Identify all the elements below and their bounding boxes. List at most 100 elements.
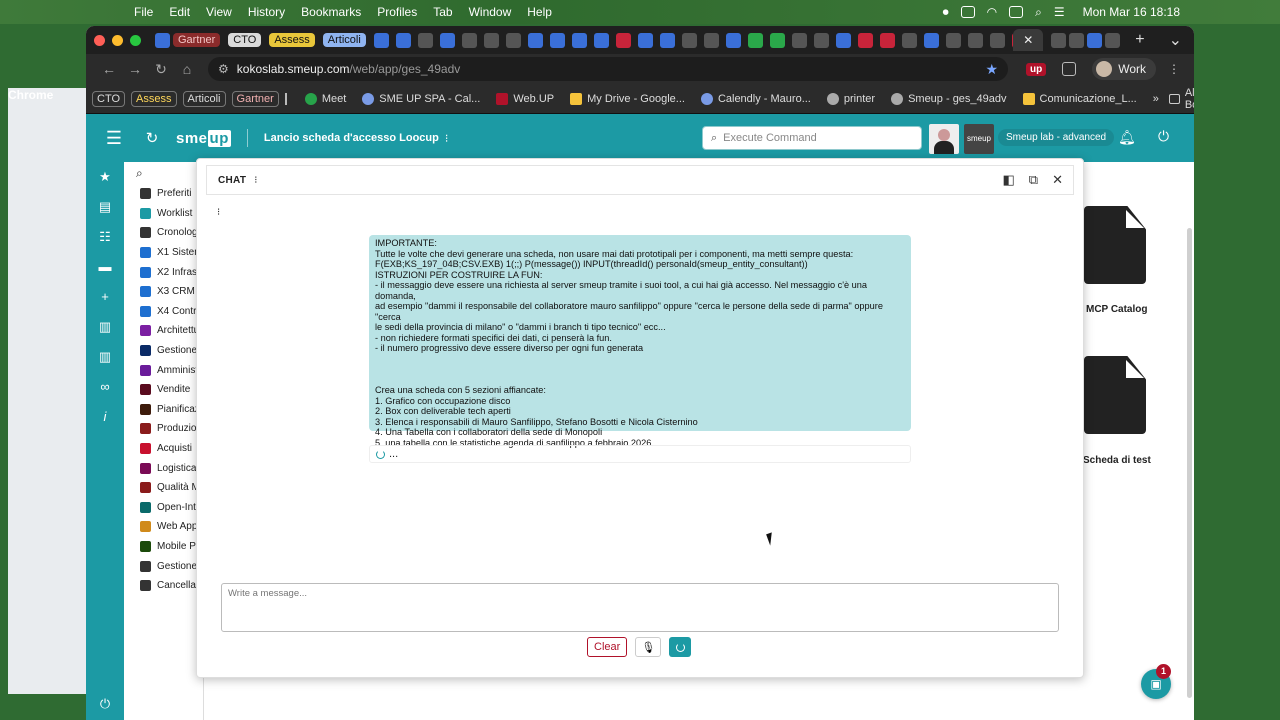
- tab-group-cto[interactable]: CTO: [228, 33, 262, 47]
- control-center-icon[interactable]: ☰: [1054, 5, 1065, 19]
- os-menu-item[interactable]: History: [248, 5, 285, 19]
- back-icon[interactable]: ←: [96, 61, 122, 77]
- reload-icon[interactable]: ↻: [148, 61, 174, 78]
- tab-linkedin-icon[interactable]: [659, 32, 675, 48]
- menu-item[interactable]: Worklist: [124, 204, 203, 224]
- all-bookmarks-button[interactable]: All Bookmarks: [1168, 87, 1194, 111]
- tab-medium-icon[interactable]: [461, 32, 477, 48]
- printer-icon[interactable]: ▤: [86, 192, 124, 222]
- profile-button[interactable]: Work: [1092, 58, 1156, 80]
- search-icon[interactable]: ⌕: [1035, 5, 1042, 20]
- tab-page-icon[interactable]: [681, 32, 697, 48]
- site-settings-icon[interactable]: ⚙: [218, 62, 229, 76]
- smeup-extension-icon[interactable]: up: [1026, 62, 1047, 76]
- scheda-test-doc-icon[interactable]: [1080, 356, 1146, 436]
- dock-panel-icon[interactable]: ◧: [1003, 172, 1015, 188]
- user-avatar[interactable]: [929, 124, 959, 154]
- tab-github-icon[interactable]: [1105, 32, 1121, 48]
- minimize-window-button[interactable]: [112, 34, 123, 46]
- menu-item[interactable]: Architettura: [124, 321, 203, 341]
- menu-item[interactable]: Preferiti: [124, 184, 203, 204]
- menu-item[interactable]: Web Application: [124, 517, 203, 537]
- menu-item[interactable]: Pianificazione: [124, 400, 203, 420]
- hamburger-icon[interactable]: ☰: [86, 128, 142, 149]
- clock[interactable]: Mon Mar 16 18:18: [1083, 5, 1180, 19]
- power-icon[interactable]: ⏻: [1158, 128, 1169, 145]
- tab-docs-icon[interactable]: [1087, 32, 1103, 48]
- bar-chart-icon[interactable]: ▥: [86, 342, 124, 372]
- extensions-icon[interactable]: [1062, 62, 1077, 76]
- environment-name[interactable]: Smeup lab - advanced: [998, 129, 1115, 146]
- menu-item[interactable]: X2 Infrastruttura: [124, 262, 203, 282]
- bookmark-smeup[interactable]: Smeup - ges_49adv: [891, 92, 1007, 105]
- chat-title-menu-icon[interactable]: ⁝: [254, 175, 257, 186]
- tab-linkedin-icon[interactable]: [637, 32, 653, 48]
- bookmark-group-cto[interactable]: CTO: [92, 90, 126, 107]
- tab-page-icon[interactable]: [967, 32, 983, 48]
- refresh-icon[interactable]: ↻: [142, 129, 162, 147]
- doc-label-scheda-test[interactable]: Scheda di test: [1083, 455, 1151, 466]
- bookmark-webup[interactable]: Web.UP: [496, 92, 554, 105]
- page-title-menu-icon[interactable]: ⁝: [445, 132, 449, 145]
- close-window-button[interactable]: [94, 34, 105, 46]
- bookmark-group-gartner[interactable]: Gartner: [231, 90, 279, 107]
- tab-group-assess[interactable]: Assess: [269, 33, 315, 47]
- menu-item[interactable]: Vendite: [124, 380, 203, 400]
- tab-linkedin-icon[interactable]: [549, 32, 565, 48]
- menu-item[interactable]: X3 CRM: [124, 282, 203, 302]
- tab-linkedin-icon[interactable]: [571, 32, 587, 48]
- menu-item[interactable]: Amministrazione: [124, 360, 203, 380]
- menu-item[interactable]: Acquisti: [124, 439, 203, 459]
- tab-x-icon[interactable]: [505, 32, 521, 48]
- menu-item[interactable]: Gestione: [124, 556, 203, 576]
- menu-item[interactable]: Cronologia: [124, 223, 203, 243]
- tab-medium-icon[interactable]: [791, 32, 807, 48]
- os-menu-item[interactable]: File: [134, 5, 153, 19]
- tab-check-icon[interactable]: [835, 32, 851, 48]
- new-tab-button[interactable]: +: [1135, 31, 1144, 49]
- tab-page-icon[interactable]: [1069, 32, 1085, 48]
- menu-item[interactable]: Mobile Platform: [124, 537, 203, 557]
- wifi-icon[interactable]: ◠: [987, 5, 997, 19]
- os-menu-item[interactable]: Tab: [433, 5, 452, 19]
- os-menu-item[interactable]: Profiles: [377, 5, 417, 19]
- os-menu-item[interactable]: View: [206, 5, 232, 19]
- bookmark-calendly[interactable]: Calendly - Mauro...: [700, 92, 811, 105]
- tab-linkedin-icon[interactable]: [527, 32, 543, 48]
- bookmark-printer[interactable]: printer: [826, 92, 875, 105]
- folder-icon[interactable]: ▬: [86, 252, 124, 282]
- link-icon[interactable]: ∞: [86, 372, 124, 402]
- tab-green-icon[interactable]: [747, 32, 763, 48]
- menu-item[interactable]: Produzione: [124, 419, 203, 439]
- menu-item[interactable]: Gestione: [124, 341, 203, 361]
- tab-green-icon[interactable]: [769, 32, 785, 48]
- tab-globe-icon[interactable]: [923, 32, 939, 48]
- menu-search-icon[interactable]: ⌕: [124, 162, 203, 184]
- forward-icon[interactable]: →: [122, 61, 148, 77]
- os-menu-item[interactable]: Help: [527, 5, 552, 19]
- bookmark-comunicazione[interactable]: Comunicazione_L...: [1022, 92, 1137, 105]
- tab-favicon[interactable]: [155, 32, 170, 48]
- screen-icon[interactable]: [960, 6, 975, 18]
- menu-item[interactable]: Logistica: [124, 458, 203, 478]
- tab-group-gartner[interactable]: Gartner: [173, 33, 221, 47]
- os-menu-item[interactable]: Bookmarks: [301, 5, 361, 19]
- send-button[interactable]: [669, 637, 692, 657]
- mcp-catalog-doc-icon[interactable]: [1080, 206, 1146, 286]
- message-input[interactable]: [221, 583, 1059, 632]
- menu-item[interactable]: X4 Controllo: [124, 302, 203, 322]
- info-icon[interactable]: i: [86, 402, 124, 432]
- tab-group-articoli[interactable]: Articoli: [322, 33, 366, 47]
- tab-docs-icon[interactable]: [373, 32, 389, 48]
- menu-item[interactable]: Cancella: [124, 576, 203, 596]
- tab-red-icon[interactable]: [879, 32, 895, 48]
- bell-icon[interactable]: 🔔︎: [1118, 129, 1136, 146]
- bookmark-calendar[interactable]: SME UP SPA - Cal...: [362, 92, 480, 105]
- tab-gear-icon[interactable]: [857, 32, 873, 48]
- menu-item[interactable]: X1 Sistema: [124, 243, 203, 263]
- os-menu-item[interactable]: Edit: [169, 5, 190, 19]
- bookmark-meet[interactable]: Meet: [304, 92, 346, 105]
- tab-x-icon[interactable]: [703, 32, 719, 48]
- bookmark-drive[interactable]: My Drive - Google...: [570, 92, 685, 105]
- menu-item[interactable]: Open-Integration: [124, 498, 203, 518]
